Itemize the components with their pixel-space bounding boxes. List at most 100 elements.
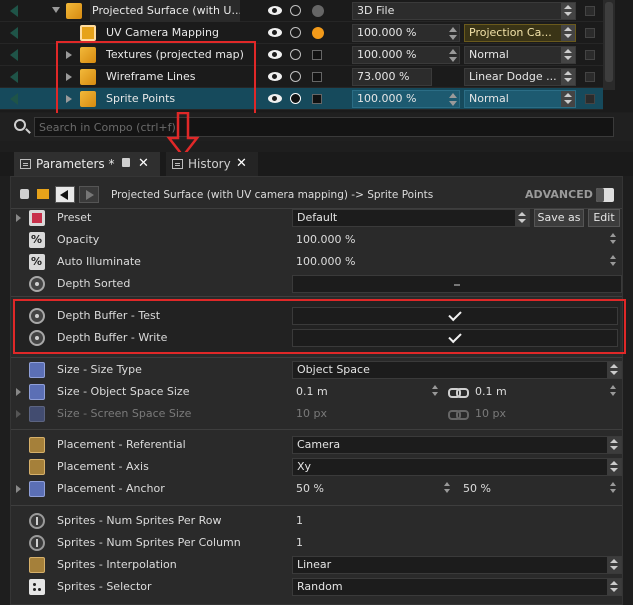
solo-dot-icon[interactable] [290, 71, 301, 82]
combo-arrow-icon [515, 210, 529, 226]
tab-parameters[interactable]: Parameters * ✕ [14, 152, 160, 176]
opacity-field[interactable]: 100.000 % [352, 46, 460, 64]
percent-icon [29, 232, 45, 248]
preset-select[interactable]: Default [292, 209, 530, 227]
chevron-right-icon[interactable] [16, 388, 21, 396]
lock-square-icon[interactable] [312, 72, 322, 82]
combo-arrow-icon [561, 25, 575, 41]
depth-test-checkbox[interactable] [292, 307, 618, 325]
depth-sorted-checkbox[interactable] [292, 275, 622, 293]
link-icon[interactable] [448, 388, 469, 398]
object-size-y-value[interactable]: 0.1 m [475, 381, 507, 403]
visibility-eye-icon[interactable] [268, 28, 282, 37]
preset-icon [29, 210, 45, 226]
search-input[interactable] [34, 117, 614, 137]
visibility-eye-icon[interactable] [268, 72, 282, 81]
param-row-opacity: Opacity 100.000 % [11, 229, 622, 251]
spinner-icon[interactable] [609, 482, 619, 496]
opacity-value: 73.000 % [357, 70, 410, 83]
anchor-x-value[interactable]: 50 % [296, 478, 324, 500]
chevron-right-icon[interactable] [66, 51, 72, 59]
visibility-eye-icon[interactable] [268, 94, 282, 103]
checkmark-icon [448, 307, 462, 322]
param-label: Sprites - Selector [57, 580, 152, 593]
tree-item-label: Sprite Points [106, 92, 176, 105]
tab-history[interactable]: History ✕ [166, 152, 258, 176]
spinner-icon[interactable] [447, 27, 459, 41]
visibility-eye-icon[interactable] [268, 6, 282, 15]
param-label: Placement - Axis [57, 460, 149, 473]
spinner-icon[interactable] [431, 385, 441, 399]
placement-referential-select[interactable]: Camera [292, 436, 622, 454]
scrollbar-thumb[interactable] [605, 2, 613, 82]
blend-mode-value: Linear Dodge ... [469, 70, 557, 83]
spinner-icon[interactable] [443, 482, 453, 496]
layer-lock-box[interactable] [585, 6, 595, 16]
size-type-select[interactable]: Object Space [292, 361, 622, 379]
tree-row-uv-camera-mapping[interactable]: UV Camera Mapping 100.000 % Projection C… [0, 22, 603, 44]
object-size-x-value[interactable]: 0.1 m [296, 381, 328, 403]
chevron-right-icon[interactable] [16, 214, 21, 222]
depth-write-checkbox[interactable] [292, 329, 618, 347]
axis-icon [29, 459, 45, 475]
tree-row-wireframe-lines[interactable]: Wireframe Lines 73.000 % Linear Dodge ..… [0, 66, 603, 88]
spinner-icon[interactable] [447, 49, 459, 63]
placement-axis-select[interactable]: Xy [292, 458, 622, 476]
chevron-right-icon[interactable] [66, 73, 72, 81]
solo-dot-icon[interactable] [290, 27, 301, 38]
forward-button[interactable] [79, 186, 99, 203]
folder-icon [37, 189, 49, 199]
lock-dot-icon[interactable] [312, 27, 324, 39]
sprites-per-row-value[interactable]: 1 [296, 510, 303, 532]
anchor-y-value[interactable]: 50 % [463, 478, 491, 500]
chevron-right-icon[interactable] [66, 95, 72, 103]
blend-mode-select[interactable]: Normal [464, 90, 576, 108]
spinner-icon[interactable] [609, 255, 619, 269]
solo-dot-icon[interactable] [290, 5, 301, 16]
layer-lock-box[interactable] [585, 28, 595, 38]
opacity-field[interactable]: 100.000 % [352, 90, 460, 108]
layer-lock-box[interactable] [585, 72, 595, 82]
opacity-field[interactable]: 100.000 % [352, 24, 460, 42]
search-bar [0, 113, 633, 141]
spinner-icon[interactable] [447, 93, 459, 107]
solo-dot-icon[interactable] [290, 49, 301, 60]
spinner-icon[interactable] [609, 233, 619, 247]
chevron-right-icon[interactable] [16, 485, 21, 493]
lock-icon[interactable] [122, 158, 130, 167]
tree-row-sprite-points[interactable]: Sprite Points 100.000 % Normal [0, 88, 603, 110]
blend-mode-select[interactable]: Normal [464, 46, 576, 64]
object-size-icon [29, 384, 45, 400]
selector-select[interactable]: Random [292, 578, 622, 596]
solo-dot-icon[interactable] [290, 93, 301, 104]
layer-type-select[interactable]: 3D File [352, 2, 576, 20]
visibility-eye-icon[interactable] [268, 50, 282, 59]
blend-mode-value: Normal [469, 48, 509, 61]
advanced-toggle[interactable] [596, 188, 614, 202]
interpolation-select[interactable]: Linear [292, 556, 622, 574]
anchor-icon [29, 481, 45, 497]
blend-mode-select[interactable]: Projection Ca... [464, 24, 576, 42]
tree-scrollbar[interactable] [603, 0, 615, 90]
edit-button[interactable]: Edit [588, 209, 620, 227]
lock-dot-icon[interactable] [312, 5, 324, 17]
close-icon[interactable]: ✕ [236, 157, 247, 171]
layer-lock-box[interactable] [585, 94, 595, 104]
save-as-button[interactable]: Save as [534, 209, 584, 227]
lock-icon[interactable] [20, 189, 29, 199]
sprites-per-column-value[interactable]: 1 [296, 532, 303, 554]
close-icon[interactable]: ✕ [138, 157, 149, 171]
auto-illuminate-value[interactable]: 100.000 % [296, 251, 355, 273]
back-button[interactable] [55, 186, 75, 203]
opacity-value[interactable]: 100.000 % [296, 229, 355, 251]
param-row-depth-sorted: Depth Sorted [11, 273, 622, 295]
layer-lock-box[interactable] [585, 50, 595, 60]
lock-square-icon[interactable] [312, 94, 322, 104]
opacity-field[interactable]: 73.000 % [352, 68, 432, 86]
blend-mode-select[interactable]: Linear Dodge ... [464, 68, 576, 86]
lock-square-icon[interactable] [312, 50, 322, 60]
spinner-icon[interactable] [609, 385, 619, 399]
tree-row-textures[interactable]: Textures (projected map) 100.000 % Norma… [0, 44, 603, 66]
tree-row-projected-surface[interactable]: Projected Surface (with U... 3D File [0, 0, 603, 22]
chevron-down-icon[interactable] [52, 7, 60, 13]
